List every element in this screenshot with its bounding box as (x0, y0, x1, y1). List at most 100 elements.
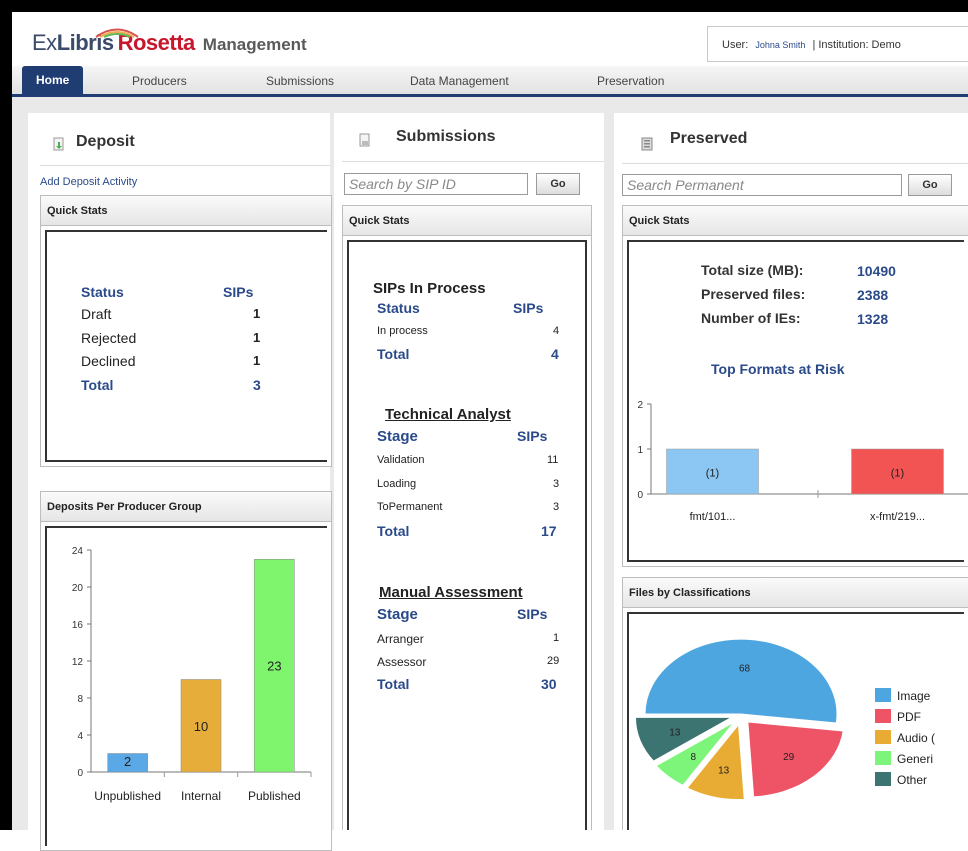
technical-row-value: 3 (553, 501, 560, 513)
submissions-column: Submissions Search by SIP ID Go Quick St… (334, 113, 604, 830)
preserved-divider (622, 163, 968, 164)
user-name-link[interactable]: Johna Smith (755, 40, 805, 50)
tab-producers[interactable]: Producers (132, 74, 187, 88)
manual-row-label: Assessor (377, 655, 427, 669)
technical-row-value: 3 (553, 478, 560, 490)
legend-label: Generi (897, 752, 933, 766)
deposit-title: Deposit (76, 133, 135, 150)
add-deposit-activity-link[interactable]: Add Deposit Activity (40, 176, 137, 188)
tab-data-management[interactable]: Data Management (410, 74, 509, 88)
technical-row-label: Loading (377, 478, 417, 490)
preserved-quick-stats-body: Total size (MB): 10490 Preserved files: … (627, 240, 968, 562)
x-tick-label: x-fmt/219... (870, 511, 925, 523)
deposit-quick-stats-header: Quick Stats (41, 196, 331, 226)
y-tick-label: 12 (72, 657, 84, 668)
tab-submissions[interactable]: Submissions (266, 74, 334, 88)
in-process-heading: SIPs In Process (373, 280, 486, 297)
legend-swatch (875, 730, 891, 744)
permanent-search-go-button[interactable]: Go (908, 174, 952, 196)
deposit-row-status: Rejected (81, 330, 137, 346)
preserved-files-label: Preserved files: (701, 286, 806, 302)
logo-management: Management (202, 35, 307, 54)
sip-search-input[interactable]: Search by SIP ID (344, 173, 528, 195)
y-tick-label: 4 (77, 731, 83, 742)
x-tick-label: fmt/101... (690, 511, 736, 523)
tab-home[interactable]: Home (22, 66, 84, 94)
technical-col-stage: Stage (377, 428, 418, 445)
technical-total-value: 17 (541, 523, 557, 539)
deposit-row-sips: 1 (253, 353, 261, 368)
deposit-col-status: Status (81, 284, 124, 300)
deposits-per-producer-header: Deposits Per Producer Group (41, 492, 331, 522)
manual-assessment-heading: Manual Assessment (379, 584, 523, 601)
main-nav: Home Producers Submissions Data Manageme… (12, 66, 968, 97)
deposit-total-value: 3 (253, 377, 261, 393)
x-tick-label: Published (248, 789, 301, 803)
pie-value-label: 8 (691, 752, 697, 763)
bar-value-label: 23 (267, 659, 281, 674)
bar-value-label: 2 (124, 754, 131, 769)
logo-arc-icon (95, 28, 139, 38)
top-formats-heading: Top Formats at Risk (711, 361, 845, 377)
deposit-row-status: Draft (81, 306, 112, 322)
y-tick-label: 0 (637, 490, 643, 501)
y-tick-label: 1 (637, 445, 643, 456)
user-separator: | (812, 39, 816, 51)
window-frame-top (0, 0, 968, 12)
submissions-icon (359, 133, 370, 147)
legend-label: PDF (897, 710, 921, 724)
pie-value-label: 13 (718, 766, 730, 777)
submissions-quick-stats-body: SIPs In Process Status SIPs In process 4… (347, 240, 587, 830)
deposit-total-label: Total (81, 377, 114, 393)
technical-total-label: Total (377, 523, 410, 539)
technical-col-sips: SIPs (517, 428, 548, 444)
x-tick-label: Unpublished (94, 789, 161, 803)
preserved-icon (641, 137, 653, 151)
deposit-column: Deposit Add Deposit Activity Quick Stats… (28, 113, 332, 851)
user-label: User: (722, 39, 749, 51)
logo-ex: Ex (32, 30, 57, 55)
total-size-value: 10490 (857, 263, 896, 279)
sip-search-go-button[interactable]: Go (536, 173, 580, 195)
pie-value-label: 68 (739, 664, 751, 675)
submissions-quick-stats-panel: Quick Stats SIPs In Process Status SIPs … (342, 205, 592, 830)
bar-value-label: 10 (194, 719, 208, 734)
tab-preservation[interactable]: Preservation (597, 74, 664, 88)
submissions-quick-stats-header: Quick Stats (343, 206, 591, 236)
dashboard-content: Deposit Add Deposit Activity Quick Stats… (12, 97, 968, 851)
y-tick-label: 2 (637, 400, 643, 411)
legend-swatch (875, 709, 891, 723)
y-tick-label: 24 (72, 546, 84, 557)
legend-swatch (875, 751, 891, 765)
manual-total-label: Total (377, 676, 410, 692)
bar-value-label: (1) (706, 468, 719, 480)
files-by-classifications-chart: 68 29 13 8 13 Image PDF Audio (Generi Other (634, 638, 935, 801)
pie-slice (644, 638, 838, 724)
in-process-col-status: Status (377, 300, 420, 316)
files-by-classifications-body: 68 29 13 8 13 Image PDF Audio (Generi Other (627, 612, 964, 830)
submissions-title: Submissions (396, 128, 496, 145)
deposit-row-sips: 1 (253, 330, 261, 345)
deposits-per-producer-chart: 0 4 8 12 16 20 24 2 Unpublished 10 Internal 23 Publi… (72, 546, 312, 803)
technical-analyst-heading: Technical Analyst (385, 406, 511, 423)
deposits-per-producer-panel: Deposits Per Producer Group 0 4 8 12 16 20 24 2… (40, 491, 332, 851)
in-process-row-value: 4 (553, 325, 560, 337)
technical-row-label: ToPermanent (377, 501, 443, 513)
files-by-classifications-panel: Files by Classifications 68 29 13 8 13 Image P… (622, 577, 968, 830)
institution-label: Institution: Demo (818, 39, 901, 51)
deposits-per-producer-body: 0 4 8 12 16 20 24 2 Unpublished 10 Internal 23 Publi… (45, 526, 327, 846)
deposit-quick-stats-panel: Quick Stats Status SIPs Draft 1 Rejected… (40, 195, 332, 467)
in-process-total-value: 4 (551, 346, 559, 362)
pie-value-label: 13 (669, 728, 681, 739)
in-process-total-label: Total (377, 346, 410, 362)
submissions-divider (342, 161, 604, 162)
legend-swatch (875, 772, 891, 786)
in-process-row-label: In process (377, 325, 428, 337)
legend-swatch (875, 688, 891, 702)
user-info: User: Johna Smith | Institution: Demo (707, 26, 968, 62)
manual-col-stage: Stage (377, 606, 418, 623)
preserved-column: Preserved Search Permanent Go Quick Stat… (614, 113, 968, 830)
permanent-search-input[interactable]: Search Permanent (622, 174, 902, 196)
bar-value-label: (1) (891, 468, 904, 480)
manual-col-sips: SIPs (517, 606, 548, 622)
